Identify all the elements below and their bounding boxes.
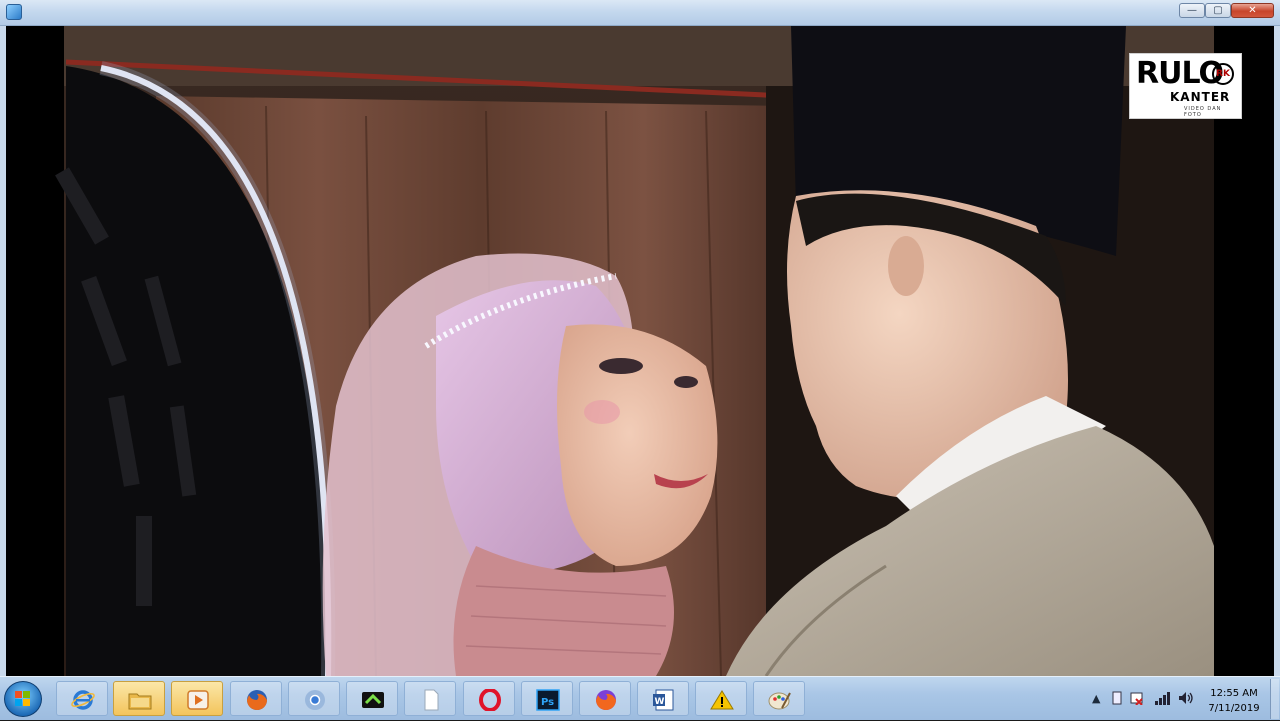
logo-sub-text: KANTER — [1170, 90, 1231, 104]
clock-time[interactable]: 12:55 AM — [1208, 688, 1260, 699]
close-button[interactable]: ✕ — [1231, 3, 1274, 18]
warning-icon — [710, 690, 734, 710]
logo-badge: RK — [1212, 63, 1234, 85]
internet-explorer-icon — [71, 690, 95, 710]
taskbar-media-player[interactable] — [171, 681, 223, 716]
chrome-icon — [305, 690, 325, 710]
title-bar[interactable]: — ▢ ✕ — [0, 0, 1280, 26]
taskbar-warning[interactable] — [695, 681, 747, 716]
opera-icon — [479, 689, 501, 711]
minimize-button[interactable]: — — [1179, 3, 1205, 18]
taskbar-internet-explorer[interactable] — [56, 681, 108, 716]
device-icon[interactable] — [1110, 691, 1124, 705]
photoshop-icon: Ps — [536, 689, 560, 711]
firefox-icon — [596, 690, 616, 710]
windows-logo-icon — [15, 691, 31, 707]
firefox-icon — [247, 690, 267, 710]
taskbar-chrome[interactable] — [288, 681, 340, 716]
show-desktop-button[interactable] — [1270, 679, 1279, 719]
folder-icon — [128, 693, 152, 710]
taskbar-opera[interactable] — [463, 681, 515, 716]
logo-tagline: VIDEO DAN FOTO — [1184, 106, 1222, 118]
taskbar-paint[interactable] — [753, 681, 805, 716]
taskbar-blank-document[interactable] — [404, 681, 456, 716]
signal-strength-icon[interactable] — [1154, 691, 1170, 705]
taskbar: Ps W ▲ 12:55 AM 7/11/2019 — [0, 676, 1280, 720]
taskbar-file-explorer[interactable] — [113, 681, 165, 716]
clock-date[interactable]: 7/11/2019 — [1204, 703, 1264, 714]
logo-main-text: RULO — [1136, 56, 1224, 91]
taskbar-word[interactable]: W — [637, 681, 689, 716]
word-icon: W — [653, 689, 674, 711]
video-frame[interactable]: RULO RK KANTER VIDEO DAN FOTO — [6, 26, 1274, 676]
start-button[interactable] — [4, 681, 42, 717]
taskbar-firefox[interactable] — [230, 681, 282, 716]
watermark-logo: RULO RK KANTER VIDEO DAN FOTO — [1129, 53, 1242, 119]
taskbar-video-editor[interactable] — [346, 681, 398, 716]
taskbar-firefox-2[interactable] — [579, 681, 631, 716]
app-icon[interactable] — [6, 4, 22, 20]
security-alert-icon[interactable] — [1130, 691, 1144, 705]
blank-document-icon — [424, 689, 439, 711]
maximize-button[interactable]: ▢ — [1205, 3, 1231, 18]
video-editor-icon — [362, 692, 384, 708]
show-hidden-icons-icon[interactable]: ▲ — [1092, 692, 1100, 705]
svg-text:Ps: Ps — [541, 697, 554, 708]
system-tray: ▲ — [1088, 677, 1280, 721]
volume-icon[interactable] — [1178, 691, 1194, 705]
taskbar-photoshop[interactable]: Ps — [521, 681, 573, 716]
paint-icon — [768, 692, 791, 710]
media-player-icon — [187, 690, 209, 710]
window-frame-right — [1274, 26, 1280, 676]
video-scene — [6, 26, 1274, 676]
svg-text:W: W — [655, 697, 665, 707]
